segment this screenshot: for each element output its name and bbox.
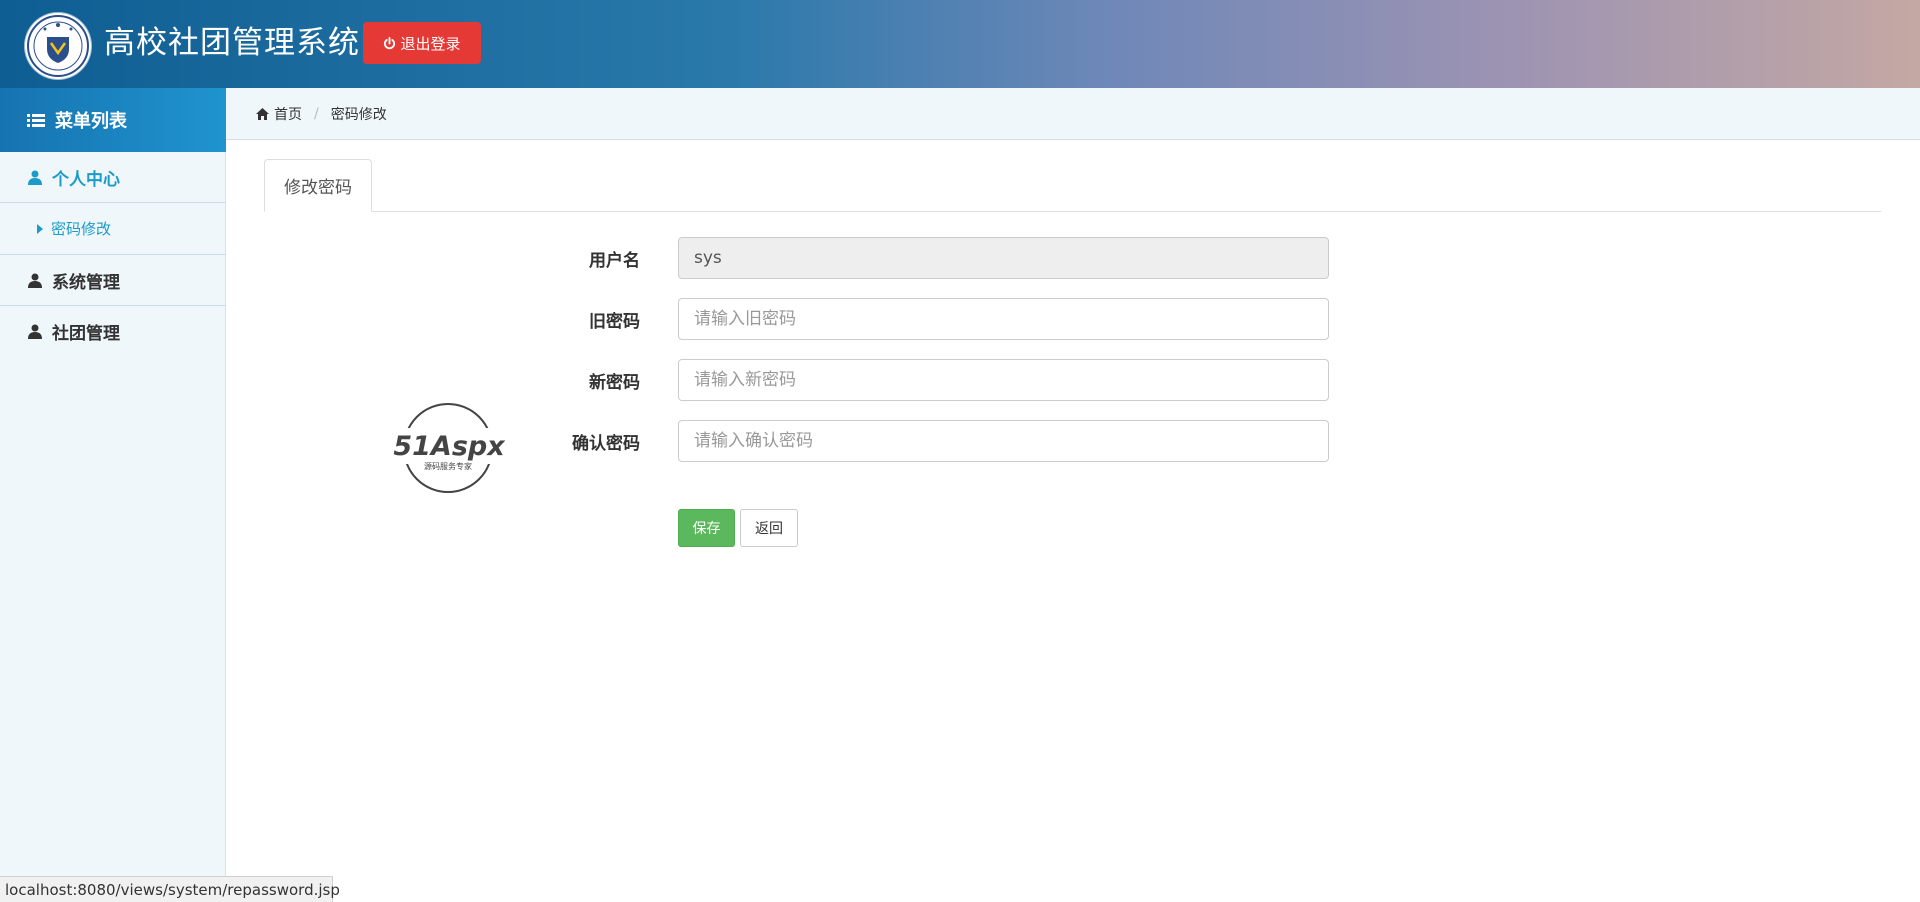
- confirm-password-label: 确认密码: [572, 434, 640, 454]
- tab-change-password[interactable]: 修改密码: [264, 159, 372, 212]
- watermark-tagline: 源码服务专家: [424, 461, 472, 471]
- app-header: 高校社团管理系统 退出登录: [0, 0, 1920, 88]
- sidebar-item-label: 系统管理: [52, 272, 120, 293]
- confirm-password-field[interactable]: [678, 420, 1329, 462]
- menu-list-header: 菜单列表: [0, 88, 226, 152]
- breadcrumb-current: 密码修改: [330, 106, 387, 123]
- sidebar-subitem-change-password[interactable]: 密码修改: [0, 203, 225, 255]
- menu-title: 菜单列表: [55, 111, 127, 132]
- university-logo: [25, 13, 91, 79]
- username-field[interactable]: [678, 237, 1329, 279]
- app-title: 高校社团管理系统: [104, 25, 360, 61]
- back-button[interactable]: 返回: [740, 509, 798, 547]
- old-password-label: 旧密码: [589, 312, 640, 332]
- tabs-divider: [264, 211, 1881, 212]
- sidebar-item-system-management[interactable]: 系统管理: [0, 255, 225, 306]
- user-icon: [28, 170, 42, 185]
- old-password-field[interactable]: [678, 298, 1329, 340]
- user-icon: [28, 273, 42, 288]
- save-button[interactable]: 保存: [678, 509, 735, 547]
- list-icon: [27, 113, 45, 128]
- logout-label: 退出登录: [400, 34, 461, 53]
- breadcrumb: 首页 / 密码修改: [226, 88, 1920, 140]
- logout-button[interactable]: 退出登录: [363, 22, 481, 64]
- sidebar-item-personal-center[interactable]: 个人中心: [0, 152, 225, 203]
- new-password-field[interactable]: [678, 359, 1329, 401]
- username-label: 用户名: [589, 251, 640, 271]
- sidebar-item-label: 社团管理: [52, 323, 120, 344]
- sidebar-item-club-management[interactable]: 社团管理: [0, 306, 225, 356]
- sidebar-subitem-label: 密码修改: [51, 220, 112, 238]
- home-icon: [256, 107, 269, 120]
- browser-status-url: localhost:8080/views/system/repassword.j…: [0, 876, 340, 902]
- user-icon: [28, 324, 42, 339]
- sidebar-item-label: 个人中心: [52, 169, 120, 190]
- sidebar: 菜单列表 个人中心 密码修改 系统管理 社团管理: [0, 88, 226, 902]
- new-password-label: 新密码: [589, 373, 640, 393]
- breadcrumb-home[interactable]: 首页: [274, 104, 302, 124]
- power-icon: [383, 36, 396, 50]
- breadcrumb-separator: /: [314, 105, 319, 122]
- caret-right-icon: [37, 223, 43, 234]
